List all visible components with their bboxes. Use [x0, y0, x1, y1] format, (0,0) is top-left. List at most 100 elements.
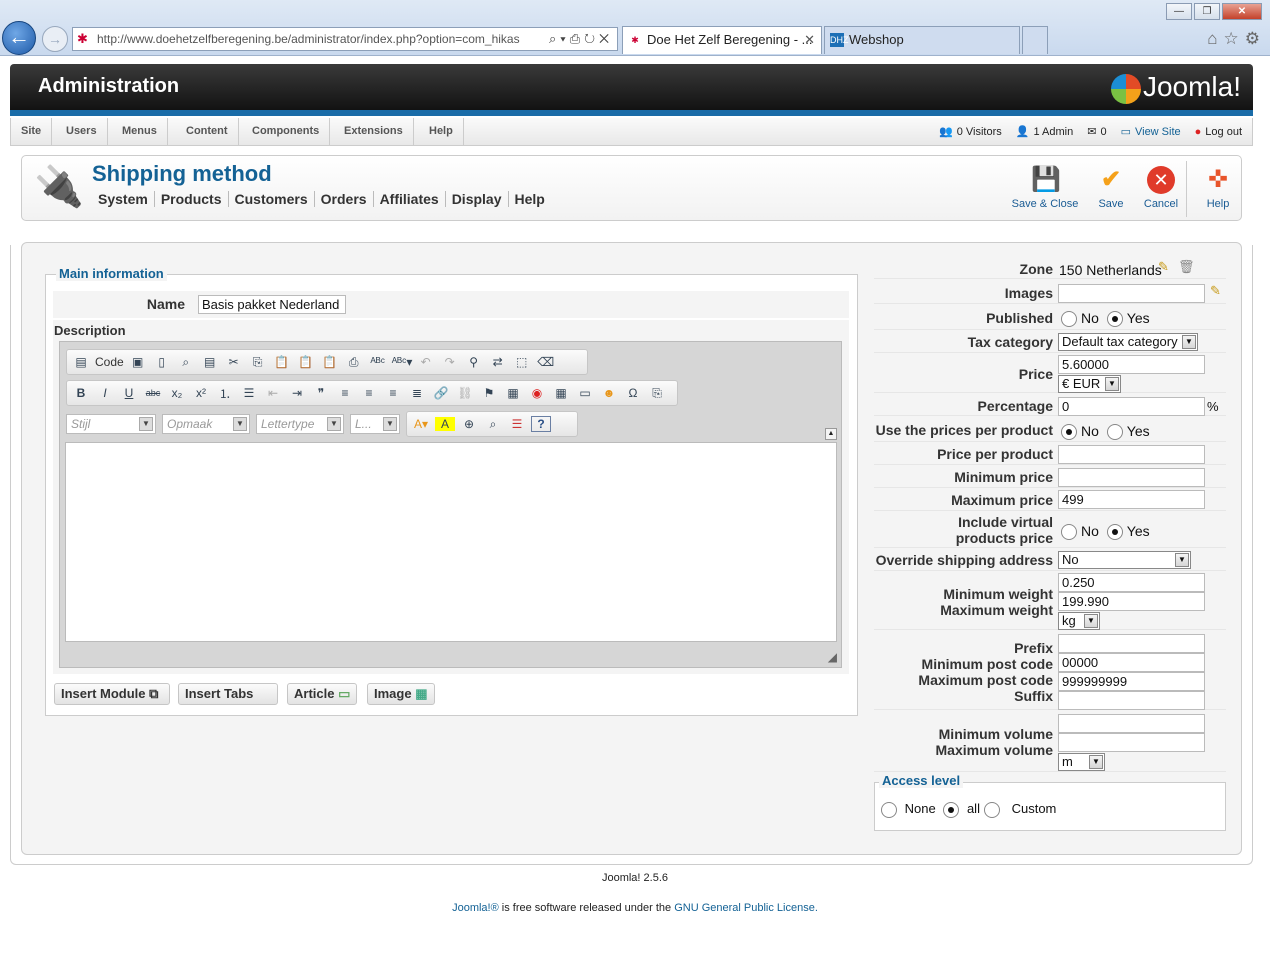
price-input[interactable]: 5.60000	[1058, 355, 1205, 374]
superscript-icon[interactable]: x²	[191, 386, 211, 400]
view-site-link[interactable]: ▭ View Site	[1121, 118, 1181, 145]
new-tab-button[interactable]	[1022, 26, 1048, 54]
max-post-input[interactable]: 999999999	[1058, 672, 1205, 691]
submenu-orders[interactable]: Orders	[315, 191, 374, 207]
maximize-icon[interactable]: ⊕	[459, 417, 479, 431]
paste-word-icon[interactable]: 📋	[320, 355, 340, 369]
bold-icon[interactable]: B	[71, 386, 91, 400]
save-doc-icon[interactable]: ▣	[128, 355, 148, 369]
undo-icon[interactable]: ↶	[416, 355, 436, 369]
use-prices-no-radio[interactable]	[1061, 424, 1077, 441]
align-right-icon[interactable]: ≡	[383, 386, 403, 400]
price-per-product-input[interactable]	[1058, 445, 1205, 464]
cut-icon[interactable]: ✂	[224, 355, 244, 369]
numbered-list-icon[interactable]: ⒈	[215, 385, 235, 402]
include-virtual-no-radio[interactable]	[1061, 524, 1077, 541]
override-address-select[interactable]: No ▼	[1058, 551, 1191, 569]
code-button[interactable]: Code	[95, 355, 124, 369]
menu-help[interactable]: Help	[419, 118, 464, 145]
paste-icon[interactable]: 📋	[272, 355, 292, 369]
messages-status[interactable]: ✉ 0	[1087, 118, 1106, 145]
address-controls-icon[interactable]: ⌕▾⎙↻✕	[549, 28, 613, 50]
min-price-input[interactable]	[1058, 468, 1205, 487]
menu-users[interactable]: Users	[56, 118, 108, 145]
remove-format-icon[interactable]: ⌫	[536, 355, 556, 369]
page-break-icon[interactable]: ⎘	[647, 386, 667, 401]
page-break-2-icon[interactable]: ☰	[507, 417, 527, 431]
edit-zone-icon[interactable]: ✎	[1158, 259, 1174, 275]
submenu-display[interactable]: Display	[446, 191, 509, 207]
joomla-link[interactable]: Joomla!®	[452, 902, 499, 914]
submenu-affiliates[interactable]: Affiliates	[374, 191, 446, 207]
max-price-input[interactable]: 499	[1058, 490, 1205, 509]
save-button[interactable]: ✔ Save	[1094, 166, 1128, 210]
blockquote-icon[interactable]: ❞	[311, 386, 331, 400]
show-blocks-icon[interactable]: ⌕	[483, 417, 503, 432]
menu-extensions[interactable]: Extensions	[334, 118, 414, 145]
link-icon[interactable]: 🔗	[431, 386, 451, 400]
text-color-icon[interactable]: A▾	[411, 417, 431, 431]
min-post-input[interactable]: 00000	[1058, 653, 1205, 672]
paste-text-icon[interactable]: 📋	[296, 355, 316, 369]
smiley-icon[interactable]: ☻	[599, 386, 619, 400]
include-virtual-yes-radio[interactable]	[1106, 524, 1123, 541]
italic-icon[interactable]: I	[95, 386, 115, 400]
published-no-radio[interactable]	[1061, 311, 1077, 328]
prefix-input[interactable]	[1058, 634, 1205, 653]
select-all-icon[interactable]: ⬚	[512, 355, 532, 369]
address-bar[interactable]: ✱ http://www.doehetzelfberegening.be/adm…	[72, 27, 618, 51]
image-button[interactable]: Image ▦	[367, 683, 435, 705]
spellcheck-icon[interactable]: ᴬᴮᶜ	[368, 355, 388, 369]
indent-icon[interactable]: ⇥	[287, 386, 307, 400]
cancel-button[interactable]: ✕ Cancel	[1142, 166, 1180, 210]
images-input[interactable]	[1058, 284, 1205, 303]
restore-icon[interactable]: ❐	[1194, 3, 1220, 20]
subscript-icon[interactable]: x₂	[167, 386, 187, 400]
access-none-radio[interactable]	[881, 801, 897, 818]
article-button[interactable]: Article ▭	[287, 683, 357, 705]
submenu-products[interactable]: Products	[155, 191, 229, 207]
browser-tools-icons[interactable]: ⌂☆⚙	[1207, 29, 1266, 49]
add-image-icon[interactable]: ✎	[1210, 283, 1226, 299]
editor-content-area[interactable]	[65, 442, 837, 642]
style-select[interactable]: Stijl ▼	[66, 414, 156, 434]
volume-unit-select[interactable]: m ▼	[1058, 753, 1105, 771]
font-select[interactable]: Lettertype ▼	[256, 414, 344, 434]
weight-unit-select[interactable]: kg ▼	[1058, 612, 1100, 630]
published-yes-radio[interactable]	[1106, 311, 1123, 328]
back-button[interactable]: ←	[2, 21, 36, 55]
align-left-icon[interactable]: ≡	[335, 386, 355, 400]
close-tab-icon[interactable]: ✕	[804, 27, 815, 53]
menu-menus[interactable]: Menus	[112, 118, 168, 145]
submenu-system[interactable]: System	[92, 191, 155, 207]
justify-icon[interactable]: ≣	[407, 386, 427, 400]
forward-button[interactable]: →	[42, 26, 68, 52]
copy-icon[interactable]: ⎘	[248, 355, 268, 370]
find-icon[interactable]: ⚲	[464, 355, 484, 369]
outdent-icon[interactable]: ⇤	[263, 386, 283, 400]
size-select[interactable]: L... ▼	[350, 414, 400, 434]
percentage-input[interactable]: 0	[1058, 397, 1205, 416]
access-all-radio[interactable]	[943, 801, 960, 818]
horizontal-rule-icon[interactable]: ▭	[575, 386, 595, 400]
submenu-customers[interactable]: Customers	[229, 191, 315, 207]
insert-module-button[interactable]: Insert Module ⧉	[54, 683, 170, 705]
help-button[interactable]: ✜ Help	[1202, 166, 1234, 210]
bg-color-icon[interactable]: A	[435, 417, 455, 431]
preview-icon[interactable]: ⌕	[176, 355, 196, 370]
tab-doe-het-zelf[interactable]: ✱ Doe Het Zelf Beregening - ... ✕	[622, 26, 822, 54]
suffix-input[interactable]	[1058, 691, 1205, 710]
use-prices-yes-radio[interactable]	[1106, 424, 1123, 441]
about-icon[interactable]: ?	[531, 416, 551, 432]
max-weight-input[interactable]: 199.990	[1058, 592, 1205, 611]
underline-icon[interactable]: U	[119, 386, 139, 400]
align-center-icon[interactable]: ≡	[359, 386, 379, 400]
templates-icon[interactable]: ▤	[200, 355, 220, 369]
delete-zone-icon[interactable]: 🗑	[1178, 259, 1195, 275]
gpl-link[interactable]: GNU General Public License.	[674, 902, 818, 914]
image-icon[interactable]: ▦	[503, 386, 523, 400]
min-volume-input[interactable]	[1058, 714, 1205, 733]
new-doc-icon[interactable]: ▯	[152, 355, 172, 369]
name-input[interactable]: Basis pakket Nederland	[198, 295, 346, 314]
currency-select[interactable]: € EUR ▼	[1058, 375, 1121, 393]
